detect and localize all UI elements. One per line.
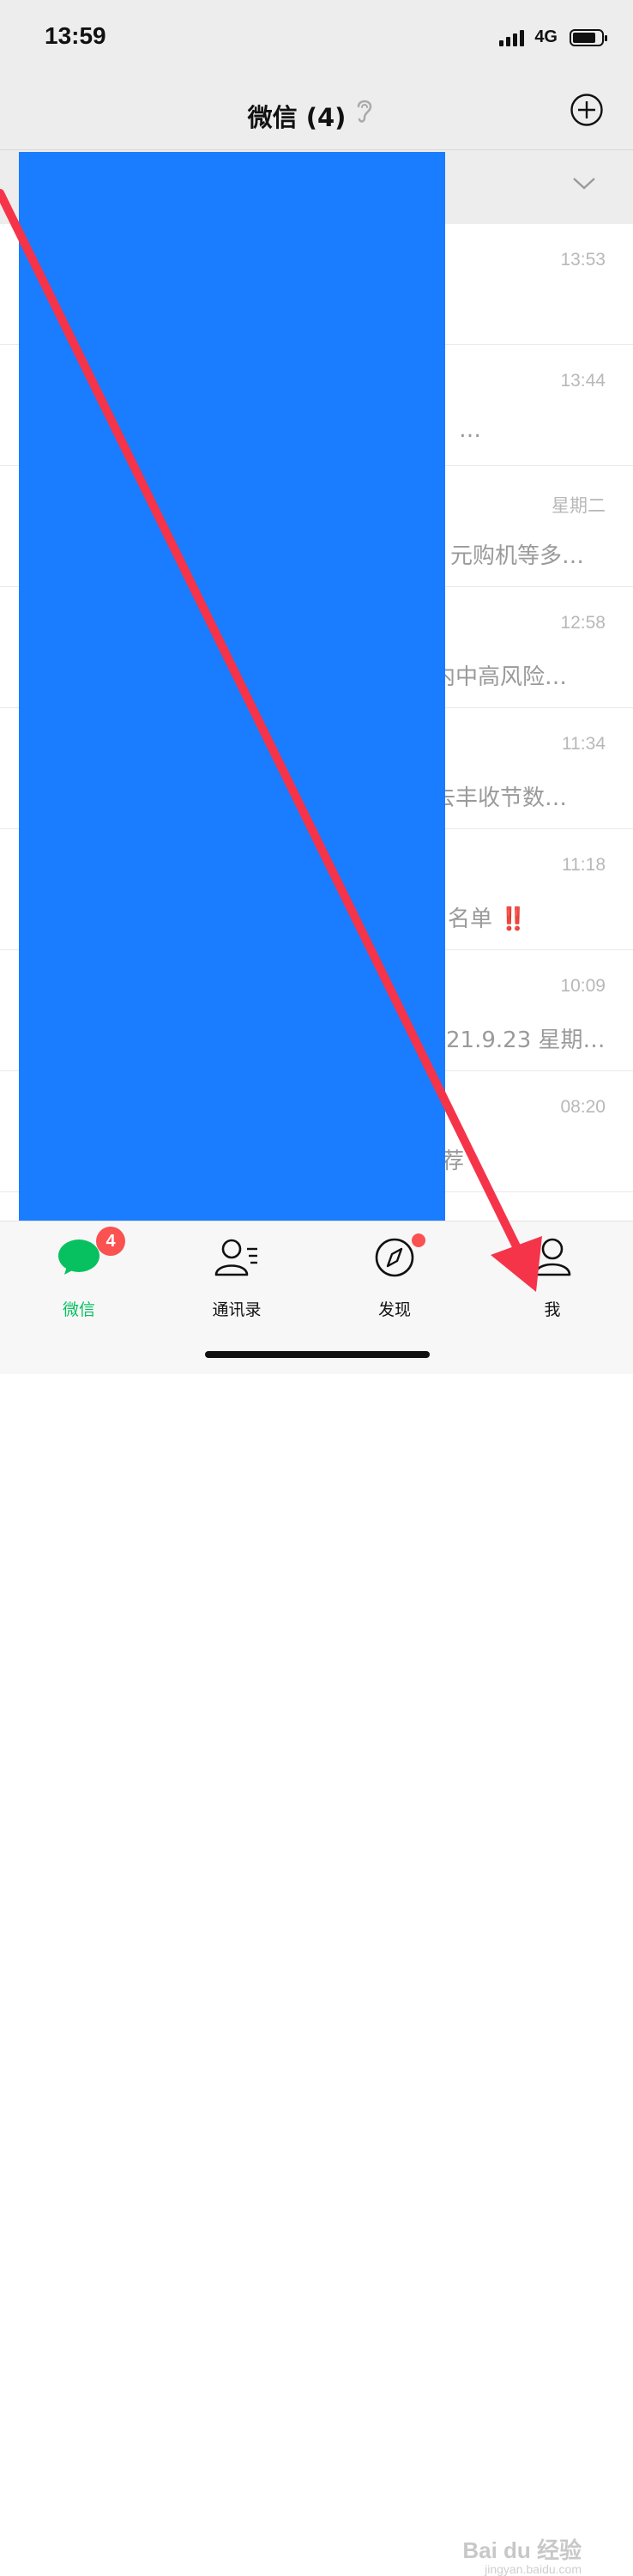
chat-preview: 内中高风险…	[433, 664, 568, 690]
status-time: 13:59	[45, 22, 106, 49]
compass-icon	[375, 1238, 414, 1277]
watermark: Bai du 经验	[462, 2537, 582, 2563]
chat-time: 13:44	[560, 371, 606, 391]
chat-time: 11:34	[562, 734, 606, 754]
ear-icon	[357, 100, 372, 123]
chat-preview: 荐	[442, 1149, 465, 1174]
battery-icon	[570, 28, 607, 46]
network-type: 4G	[534, 27, 558, 46]
chat-time: 星期二	[552, 496, 606, 516]
add-button[interactable]	[570, 93, 604, 127]
chat-time: 12:58	[560, 613, 606, 633]
chat-time: 11:18	[562, 855, 606, 875]
home-indicator	[205, 1351, 430, 1358]
tab-chats[interactable]: 4 微信	[0, 1221, 158, 1324]
redaction-block	[19, 152, 445, 1221]
person-icon	[534, 1238, 571, 1276]
chat-bubble-icon	[58, 1240, 99, 1275]
chat-preview: …	[459, 417, 481, 443]
chevron-down-icon[interactable]	[571, 176, 597, 191]
chat-preview: 名单 ‼️	[448, 906, 528, 932]
tab-label: 我	[544, 1300, 561, 1319]
tab-discover[interactable]: 发现	[316, 1221, 473, 1324]
chat-preview: 21.9.23 星期…	[446, 1027, 606, 1053]
unread-badge: 4	[96, 1227, 125, 1256]
signal-icon	[499, 29, 525, 46]
tab-me[interactable]: 我	[473, 1221, 631, 1324]
watermark-sub: jingyan.baidu.com	[485, 2562, 582, 2576]
tab-label: 通讯录	[212, 1300, 262, 1319]
chat-time: 08:20	[560, 1097, 606, 1117]
contacts-icon	[214, 1239, 257, 1276]
new-dot	[412, 1233, 425, 1247]
status-indicators: 4G	[499, 27, 607, 47]
tab-label: 微信	[62, 1300, 95, 1319]
chat-time: 10:09	[560, 976, 606, 996]
chat-preview: 去丰收节数…	[433, 785, 568, 811]
tab-label: 发现	[377, 1300, 411, 1319]
nav-bar: 微信 (4)	[0, 77, 633, 150]
chat-time: 13:53	[560, 250, 606, 270]
chat-preview: 元购机等多…	[450, 543, 585, 569]
tab-contacts[interactable]: 通讯录	[158, 1221, 316, 1324]
page-title: 微信 (4)	[247, 103, 347, 132]
status-bar: 13:59 4G	[0, 0, 633, 77]
